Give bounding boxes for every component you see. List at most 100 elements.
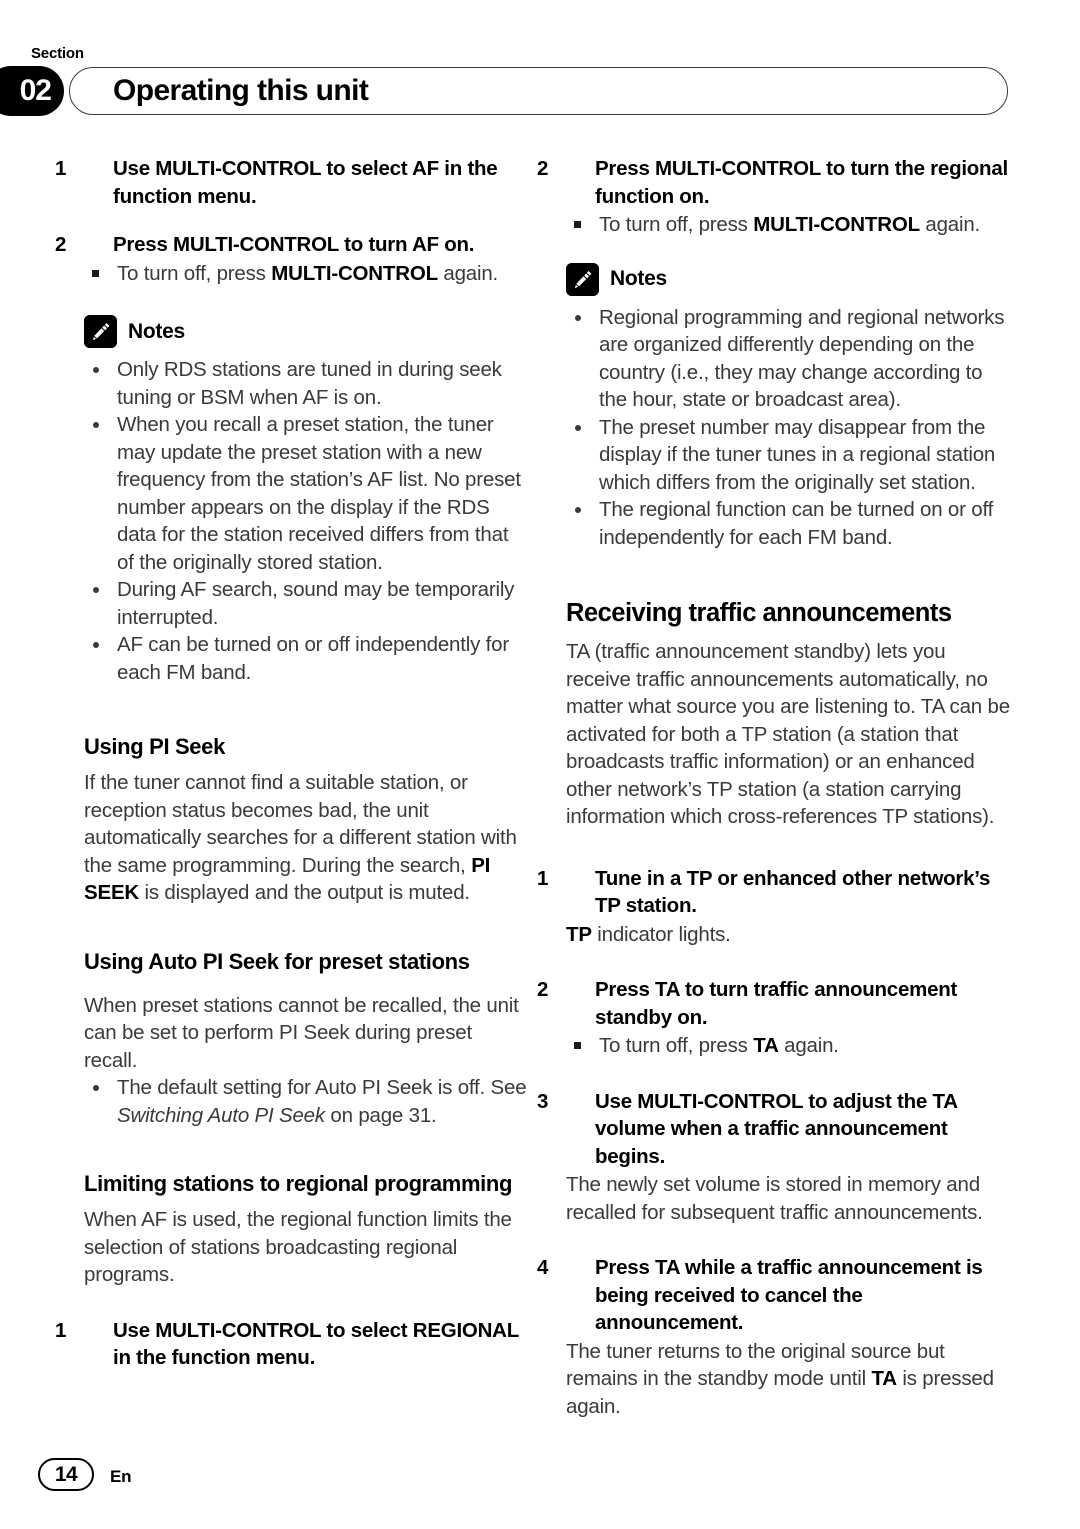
body-bold: TP [566,922,592,946]
step-regional-2-subbullets: To turn off, press MULTI-CONTROL again. [566,211,1011,239]
step-text: Tune in a TP or enhanced other network’s… [595,866,991,918]
step-number: 2 [537,157,549,180]
limiting-body: When AF is used, the regional function l… [84,1208,512,1286]
sub-bullet-text-pre: To turn off, press [599,213,754,236]
heading-using-pi-seek: Using PI Seek [84,734,225,759]
note-item: Regional programming and regional networ… [566,304,1011,414]
pencil-note-icon [566,262,599,296]
note-item: Only RDS stations are tuned in during se… [84,356,527,411]
step-af-2-subbullets: To turn off, press MULTI-CONTROL again. [84,260,527,288]
step-regional-2: 2 Press MULTI-CONTROL to turn the regiona… [537,155,1011,210]
note-item: The default setting for Auto PI Seek is … [84,1074,527,1129]
note-post: on page 31. [324,1103,437,1127]
sub-bullet-text-bold: MULTI-CONTROL [753,213,920,236]
sub-bullet-text-bold: TA [753,1034,779,1057]
auto-pi-seek-body: When preset stations cannot be recalled,… [84,993,519,1072]
notes-list-right: Regional programming and regional networ… [566,304,1011,552]
section-number-badge: 02 [0,66,64,116]
notes-label: Notes [610,267,667,290]
heading-receiving-traffic-announcements: Receiving traffic announcements [566,599,952,627]
step-number: 1 [55,1318,67,1342]
heading-limiting-stations: Limiting stations to regional programmin… [84,1171,513,1196]
note-italic: Switching Auto PI Seek [117,1103,325,1127]
language-code: En [110,1467,132,1486]
page-header: Section 02 Operating this unit [0,30,1080,120]
note-item: AF can be turned on or off independently… [84,631,527,686]
sub-bullet-text-post: again. [437,261,499,285]
sub-bullet-text-post: again. [919,213,981,236]
note-item: When you recall a preset station, the tu… [84,411,527,576]
step-number: 1 [55,157,67,180]
step-ta-1-body: TP indicator lights. [566,921,1011,949]
step-number: 1 [537,866,549,890]
step-text: Press MULTI-CONTROL to turn the regional… [595,157,1008,208]
step-text: Press MULTI-CONTROL to turn AF on. [113,233,475,256]
note-pre: The default setting for Auto PI Seek is … [117,1076,527,1099]
body-bold: TA [871,1367,897,1390]
section-label: Section [31,45,84,62]
step-number: 3 [537,1089,549,1113]
page-number-badge: 14 [38,1458,94,1491]
notes-header-right: Notes [566,262,1011,296]
step-text: Use MULTI-CONTROL to select REGIONAL in … [113,1318,519,1370]
step-ta-4-body: The tuner returns to the original source… [566,1338,1011,1421]
pi-seek-body: If the tuner cannot find a suitable stat… [84,769,527,907]
step-ta-3: 3 Use MULTI-CONTROL to adjust the TA volu… [537,1088,1011,1171]
note-item: During AF search, sound may be temporari… [84,576,527,631]
step-text: Press TA to turn traffic announcement st… [595,978,958,1029]
body-post: is displayed and the output is muted. [139,881,471,904]
sub-bullet-text-pre: To turn off, press [117,261,272,285]
step-number: 2 [55,233,67,256]
note-item: The regional function can be turned on o… [566,496,1011,551]
step-text: Press TA while a traffic announcement is… [595,1256,983,1334]
body-pre: If the tuner cannot find a suitable stat… [84,771,517,877]
step-ta-2: 2 Press TA to turn traffic announcement s… [537,976,1011,1031]
step-af-2: 2 Press MULTI-CONTROL to turn AF on. [55,231,527,259]
step-number: 2 [537,978,549,1001]
step-regional-1: 1 Use MULTI-CONTROL to select REGIONAL in… [55,1317,527,1372]
note-item: The preset number may disappear from the… [566,414,1011,497]
page-footer: 14 En [0,1451,1080,1511]
left-column: 1 Use MULTI-CONTROL to select AF in the f… [55,155,527,1373]
step-text: Use MULTI-CONTROL to adjust the TA volum… [595,1089,958,1168]
step-ta-3-body: The newly set volume is stored in memory… [566,1173,983,1224]
heading-auto-pi-seek: Using Auto PI Seek for preset stations [84,948,470,974]
sub-bullet: To turn off, press MULTI-CONTROL again. [84,260,527,288]
sub-bullet-text-bold: MULTI-CONTROL [271,261,438,285]
notes-label: Notes [128,319,185,343]
auto-pi-seek-notes: The default setting for Auto PI Seek is … [84,1074,527,1129]
pencil-note-icon [84,315,117,348]
notes-list-left: Only RDS stations are tuned in during se… [84,356,527,686]
step-ta-1: 1 Tune in a TP or enhanced other network’… [537,865,1011,920]
sub-bullet-text-pre: To turn off, press [599,1034,754,1057]
sub-bullet: To turn off, press TA again. [566,1032,1011,1060]
notes-header-left: Notes [84,315,527,348]
step-ta-4: 4 Press TA while a traffic announcement i… [537,1254,1011,1337]
step-af-1: 1 Use MULTI-CONTROL to select AF in the f… [55,155,527,210]
step-ta-2-subbullets: To turn off, press TA again. [566,1032,1011,1060]
sub-bullet-text-post: again. [778,1034,839,1057]
page-title: Operating this unit [113,74,369,107]
receiving-ta-body: TA (traffic announcement standby) lets y… [566,640,1010,828]
right-column: 2 Press MULTI-CONTROL to turn the regiona… [537,155,1011,1421]
sub-bullet: To turn off, press MULTI-CONTROL again. [566,211,1011,239]
step-number: 4 [537,1256,549,1279]
